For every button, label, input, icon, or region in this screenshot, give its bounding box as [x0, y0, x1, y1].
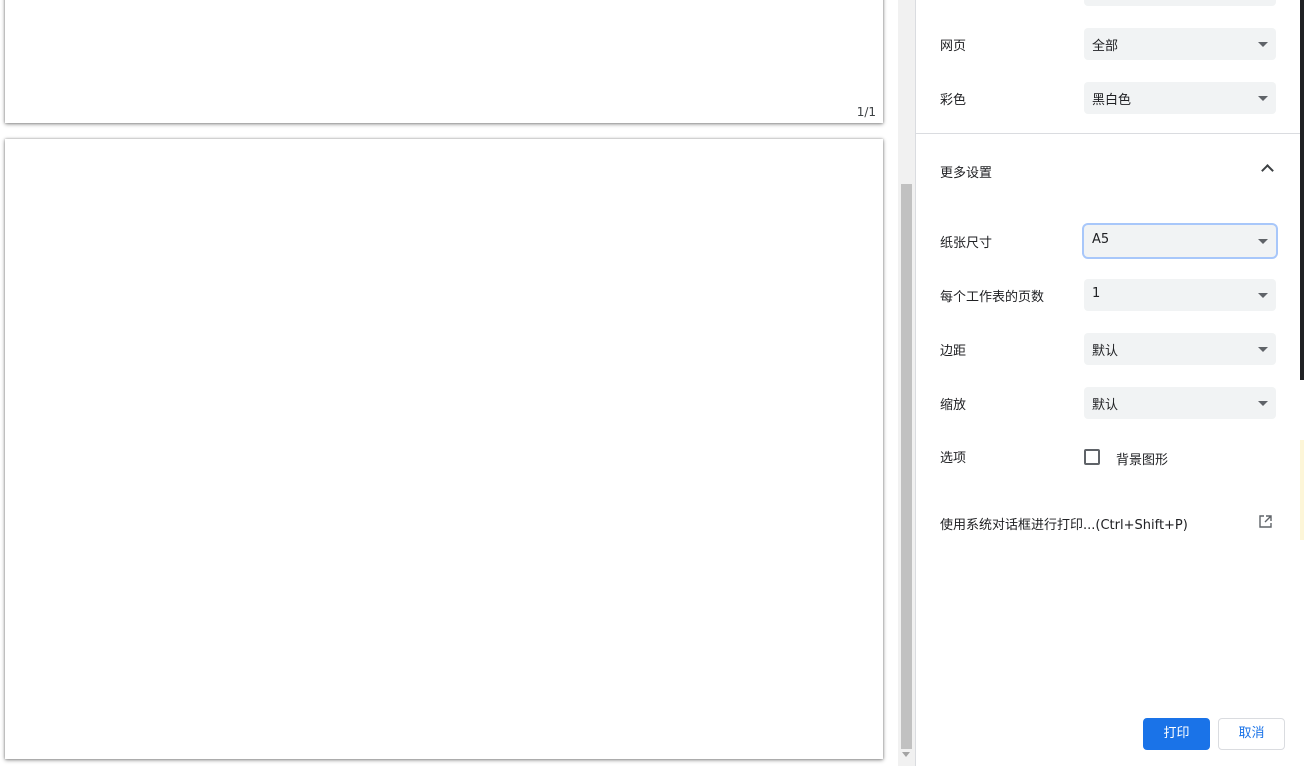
preview-page-2 [5, 139, 883, 759]
dropdown-arrow-icon [1258, 347, 1268, 352]
background-graphics-checkbox[interactable] [1084, 449, 1100, 465]
cancel-button[interactable]: 取消 [1218, 718, 1285, 750]
preview-scrollbar[interactable] [898, 0, 915, 766]
color-row: 彩色 黑白色 [940, 82, 1276, 114]
scroll-down-arrow-icon[interactable] [902, 752, 910, 757]
pages-row: 网页 全部 [940, 28, 1276, 60]
pages-value: 全部 [1092, 39, 1119, 54]
pages-per-sheet-value: 1 [1092, 286, 1101, 301]
preview-page-1: 1/1 [5, 0, 883, 123]
print-button[interactable]: 打印 [1143, 718, 1210, 750]
background-graphics-label[interactable]: 背景图形 [1116, 449, 1168, 468]
margins-row: 边距 默认 [940, 333, 1276, 365]
chevron-up-icon [1261, 164, 1274, 177]
options-label: 选项 [940, 451, 967, 466]
more-settings-label: 更多设置 [940, 166, 993, 181]
dropdown-arrow-icon [1258, 96, 1268, 101]
scale-row: 缩放 默认 [940, 387, 1276, 419]
open-in-new-icon [1259, 515, 1272, 528]
system-dialog-link[interactable]: 使用系统对话框进行打印...(Ctrl+Shift+P) [940, 510, 1276, 534]
pages-label: 网页 [940, 39, 967, 54]
color-select[interactable]: 黑白色 [1084, 82, 1276, 114]
more-settings-toggle[interactable]: 更多设置 [940, 156, 1276, 186]
pages-per-sheet-label: 每个工作表的页数 [940, 290, 1045, 305]
options-row: 选项 背景图形 [940, 440, 1276, 472]
color-label: 彩色 [940, 93, 967, 108]
margins-value: 默认 [1092, 344, 1119, 359]
print-settings-panel: 网页 全部 彩色 黑白色 更多设置 纸张尺寸 A5 每个工作表的页数 1 边距 [915, 0, 1301, 766]
color-value: 黑白色 [1092, 93, 1132, 108]
section-divider [916, 133, 1301, 134]
dropdown-arrow-icon [1258, 293, 1268, 298]
edge-yellow-segment [1300, 440, 1304, 540]
edge-dark-segment [1300, 0, 1304, 380]
paper-size-value: A5 [1092, 232, 1110, 247]
margins-select[interactable]: 默认 [1084, 333, 1276, 365]
margins-label: 边距 [940, 344, 967, 359]
dropdown-arrow-icon [1258, 239, 1268, 244]
pages-per-sheet-select[interactable]: 1 [1084, 279, 1276, 311]
page-counter: 1/1 [856, 105, 876, 119]
scale-value: 默认 [1092, 398, 1119, 413]
scale-label: 缩放 [940, 398, 967, 413]
dropdown-arrow-icon [1258, 42, 1268, 47]
scale-select[interactable]: 默认 [1084, 387, 1276, 419]
scrollbar-thumb[interactable] [901, 184, 912, 749]
pages-per-sheet-row: 每个工作表的页数 1 [940, 279, 1276, 311]
print-preview-area: 1/1 [0, 0, 898, 766]
right-edge-strip [1300, 0, 1304, 766]
paper-size-row: 纸张尺寸 A5 [940, 225, 1276, 257]
paper-size-select[interactable]: A5 [1084, 225, 1276, 257]
destination-select-partial[interactable] [1084, 0, 1276, 6]
paper-size-label: 纸张尺寸 [940, 236, 993, 251]
system-dialog-label: 使用系统对话框进行打印...(Ctrl+Shift+P) [940, 518, 1188, 533]
pages-select[interactable]: 全部 [1084, 28, 1276, 60]
dropdown-arrow-icon [1258, 401, 1268, 406]
